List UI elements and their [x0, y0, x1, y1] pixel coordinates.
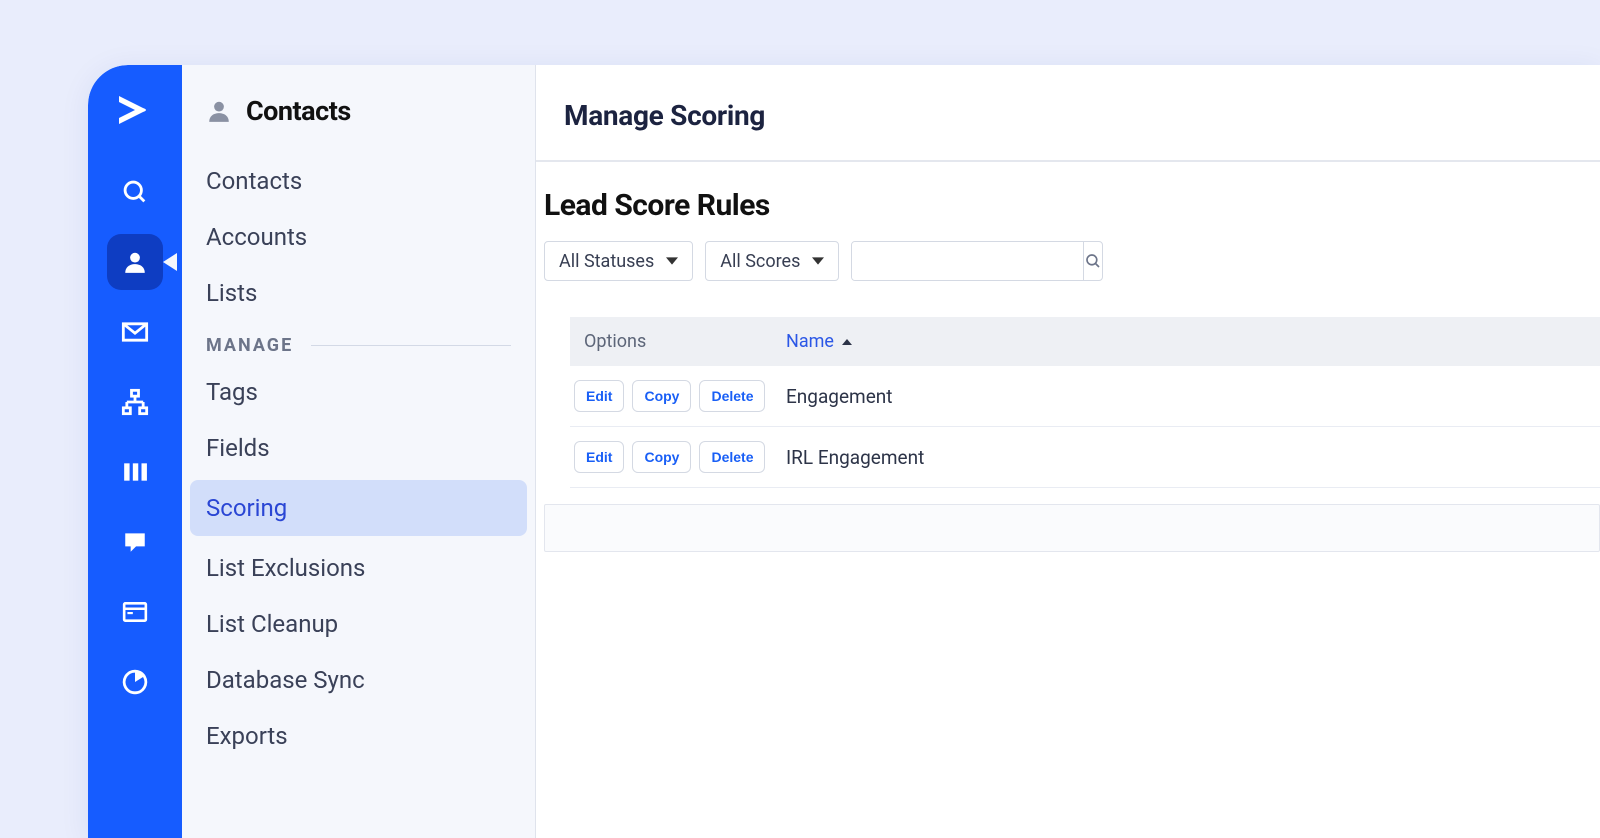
row-actions: Edit Copy Delete [570, 441, 786, 473]
rail-contacts[interactable] [107, 234, 163, 290]
copy-button[interactable]: Copy [632, 380, 691, 412]
nav-scoring[interactable]: Scoring [190, 480, 527, 536]
edit-button[interactable]: Edit [574, 380, 624, 412]
rail-automations[interactable] [107, 374, 163, 430]
rail-campaigns[interactable] [107, 304, 163, 360]
rail-site[interactable] [107, 584, 163, 640]
filter-score-dropdown[interactable]: All Scores [705, 241, 839, 281]
nav-lists[interactable]: Lists [206, 265, 511, 321]
sort-asc-icon [842, 337, 852, 347]
table-header: Options Name [570, 317, 1600, 366]
nav-list-cleanup[interactable]: List Cleanup [206, 596, 511, 652]
table-row: Edit Copy Delete IRL Engagement [570, 427, 1600, 488]
search-icon [1084, 252, 1102, 270]
delete-button[interactable]: Delete [699, 380, 765, 412]
left-rail [88, 65, 182, 838]
secondary-nav-panel: Contacts Contacts Accounts Lists MANAGE … [182, 65, 536, 838]
search-input[interactable] [852, 242, 1083, 280]
section-title: Lead Score Rules [536, 188, 1600, 241]
nav-section-manage: MANAGE [206, 335, 511, 356]
search-button[interactable] [1083, 242, 1102, 280]
nav-tags[interactable]: Tags [206, 364, 511, 420]
rules-table: Options Name Edit Copy Delete Engagement [570, 317, 1600, 488]
rail-reports[interactable] [107, 654, 163, 710]
table-row: Edit Copy Delete Engagement [570, 366, 1600, 427]
search-field [851, 241, 1103, 281]
content: Lead Score Rules All Statuses All Scores [536, 162, 1600, 552]
rail-deals[interactable] [107, 444, 163, 500]
edit-button[interactable]: Edit [574, 441, 624, 473]
main-area: Manage Scoring Lead Score Rules All Stat… [536, 65, 1600, 838]
col-name-sort[interactable]: Name [786, 331, 852, 352]
filter-status-dropdown[interactable]: All Statuses [544, 241, 693, 281]
nav-database-sync[interactable]: Database Sync [206, 652, 511, 708]
app-logo-icon [110, 85, 160, 135]
panel-nav: Contacts Accounts Lists MANAGE Tags Fiel… [192, 145, 525, 764]
filter-row: All Statuses All Scores [536, 241, 1600, 281]
nav-contacts[interactable]: Contacts [206, 153, 511, 209]
nav-fields[interactable]: Fields [206, 420, 511, 476]
person-icon [206, 98, 232, 124]
rule-name: IRL Engagement [786, 446, 924, 469]
nav-accounts[interactable]: Accounts [206, 209, 511, 265]
col-options: Options [570, 331, 786, 352]
caret-down-icon [666, 255, 678, 267]
panel-title-text: Contacts [246, 95, 351, 127]
rail-conversations[interactable] [107, 514, 163, 570]
app-window: Contacts Contacts Accounts Lists MANAGE … [88, 65, 1600, 838]
delete-button[interactable]: Delete [699, 441, 765, 473]
panel-title: Contacts [192, 83, 525, 145]
row-actions: Edit Copy Delete [570, 380, 786, 412]
copy-button[interactable]: Copy [632, 441, 691, 473]
caret-down-icon [812, 255, 824, 267]
nav-exports[interactable]: Exports [206, 708, 511, 764]
main-header: Manage Scoring [536, 65, 1600, 162]
page-title: Manage Scoring [564, 99, 1572, 132]
table-footer [544, 504, 1600, 552]
nav-list-exclusions[interactable]: List Exclusions [206, 540, 511, 596]
rule-name: Engagement [786, 385, 893, 408]
rail-search[interactable] [107, 164, 163, 220]
